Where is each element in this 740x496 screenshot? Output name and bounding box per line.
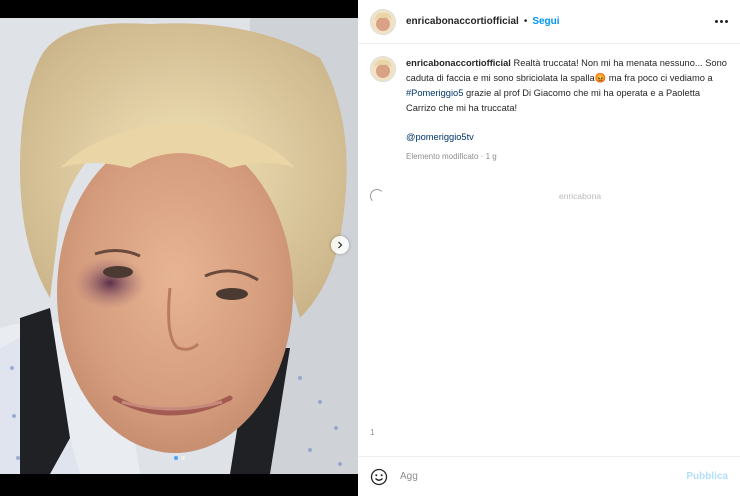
caption-text: enricabonaccortiofficial Realtà truccata… (406, 56, 730, 164)
post-media (0, 0, 358, 496)
post-photo (0, 18, 358, 474)
partial-text: 1 (370, 428, 375, 437)
loading-ghost-text: enricabona (559, 191, 602, 201)
carousel-indicator (0, 456, 358, 460)
comment-bar: Pubblica (358, 456, 740, 496)
avatar-image (371, 57, 395, 81)
comments-loading: enricabona (370, 189, 601, 203)
more-options-icon[interactable] (714, 20, 728, 23)
carousel-dot-active (173, 456, 178, 460)
header-username[interactable]: enricabonaccortiofficial (406, 16, 519, 27)
smiley-icon[interactable] (370, 468, 388, 486)
mention-link[interactable]: @pomeriggio5tv (406, 130, 730, 145)
follow-button[interactable]: Segui (532, 16, 559, 27)
avatar-image (371, 9, 395, 34)
angry-emoji: 😡 (594, 73, 607, 83)
caption-block: enricabonaccortiofficial Realtà truccata… (370, 56, 730, 164)
avatar[interactable] (370, 8, 396, 35)
post-meta: Elemento modificato · 1 g (406, 152, 497, 161)
post-header: enricabonaccortiofficial • Segui (358, 0, 740, 44)
publish-button[interactable]: Pubblica (686, 471, 728, 482)
header-separator: • (523, 16, 528, 27)
post-side-panel: enricabonaccortiofficial • Segui enricab… (358, 0, 740, 496)
loading-spinner-icon (370, 189, 384, 203)
caption-username[interactable]: enricabonaccortiofficial (406, 58, 511, 68)
next-slide-button[interactable] (331, 236, 349, 254)
chevron-right-icon (338, 241, 343, 249)
caption-avatar[interactable] (370, 56, 396, 82)
carousel-dot (180, 456, 185, 460)
hashtag-link[interactable]: #Pomeriggio5 (406, 88, 463, 98)
comment-input[interactable] (398, 470, 672, 483)
caption-body-middle: ma fra poco ci vediamo a (606, 73, 713, 83)
